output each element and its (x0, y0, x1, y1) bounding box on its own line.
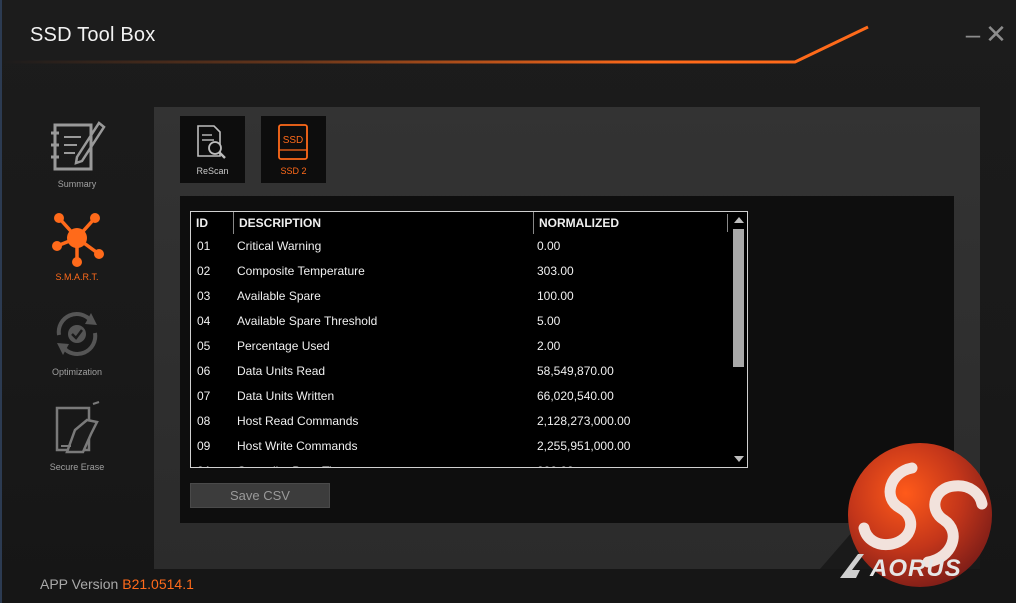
cell-description: Host Write Commands (237, 439, 358, 453)
nav-optimization[interactable]: Optimization (22, 305, 132, 377)
ssd-icon-text: SSD (283, 135, 304, 146)
cell-id: 09 (197, 439, 211, 453)
cell-normalized: 100.00 (537, 289, 574, 303)
ssd-drive-icon: SSD (278, 124, 308, 160)
table-row[interactable]: 09 Host Write Commands 2,255,951,000.00 (191, 434, 731, 459)
table-row[interactable]: 05 Percentage Used 2.00 (191, 334, 731, 359)
table-row[interactable]: 07 Data Units Written 66,020,540.00 (191, 384, 731, 409)
cell-id: 08 (197, 414, 211, 428)
table-body: 01 Critical Warning 0.00 02 Composite Tempe… (191, 234, 731, 467)
cell-id: 04 (197, 314, 211, 328)
aorus-logo: AORUS (840, 554, 962, 582)
rescan-button[interactable]: ReScan (180, 116, 245, 183)
cell-id: 05 (197, 339, 211, 353)
cell-description: Critical Warning (237, 239, 322, 253)
cell-description: Composite Temperature (237, 264, 365, 278)
scroll-thumb[interactable] (733, 229, 744, 367)
smart-icon (52, 213, 104, 267)
cell-description: Host Read Commands (237, 414, 359, 428)
table-row[interactable]: 02 Composite Temperature 303.00 (191, 259, 731, 284)
cell-normalized: 2,255,951,000.00 (537, 439, 631, 453)
table-row[interactable]: 04 Available Spare Threshold 5.00 (191, 309, 731, 334)
nav-summary-label: Summary (57, 179, 97, 189)
header-end-divider (727, 214, 728, 232)
cell-normalized: 303.00 (537, 264, 574, 278)
save-csv-button[interactable]: Save CSV (190, 483, 330, 508)
scroll-down-arrow-icon[interactable] (734, 456, 744, 462)
cell-id: 0A (197, 459, 212, 467)
cell-id: 02 (197, 264, 211, 278)
table-row[interactable]: 01 Critical Warning 0.00 (191, 234, 731, 259)
version-label: APP Version (40, 576, 119, 592)
nav-secure-erase[interactable]: Secure Erase (22, 400, 132, 472)
cell-id: 01 (197, 239, 211, 253)
cell-id: 07 (197, 389, 211, 403)
drive-label: SSD 2 (280, 166, 307, 176)
cell-description: Percentage Used (237, 339, 330, 353)
window-border (0, 0, 2, 603)
table-scrollbar[interactable] (731, 212, 747, 467)
smart-table[interactable]: ID DESCRIPTION NORMALIZED 01 Critical War… (190, 211, 748, 468)
minimize-icon[interactable]: – (962, 21, 984, 47)
cell-normalized: 58,549,870.00 (537, 364, 614, 378)
table-row[interactable]: 03 Available Spare 100.00 (191, 284, 731, 309)
app-title: SSD Tool Box (30, 24, 156, 46)
nav-smart-label: S.M.A.R.T. (55, 272, 99, 282)
drive-ssd2-button[interactable]: SSD SSD 2 (261, 116, 326, 183)
secure-erase-icon (55, 401, 100, 454)
cell-description: Data Units Written (237, 389, 335, 403)
nav-secure-erase-label: Secure Erase (49, 462, 105, 472)
cell-id: 06 (197, 364, 211, 378)
rescan-label: ReScan (196, 166, 229, 176)
cell-normalized: 0.00 (537, 239, 561, 253)
aorus-logo-text: AORUS (869, 555, 962, 582)
table-row[interactable]: 08 Host Read Commands 2,128,273,000.00 (191, 409, 731, 434)
nav-optimization-label: Optimization (51, 367, 103, 377)
close-icon[interactable]: ✕ (985, 21, 1007, 47)
table-row[interactable]: 06 Data Units Read 58,549,870.00 (191, 359, 731, 384)
cell-normalized: 000.00 (537, 459, 574, 467)
table-header: ID DESCRIPTION NORMALIZED (191, 212, 731, 234)
rescan-icon (197, 125, 226, 159)
cell-normalized: 66,020,540.00 (537, 389, 614, 403)
nav-summary[interactable]: Summary (22, 117, 132, 189)
cell-description: Available Spare (237, 289, 321, 303)
cell-normalized: 2,128,273,000.00 (537, 414, 631, 428)
table-row[interactable]: 0A Controller Busy Time 000.00 (191, 459, 731, 467)
cell-description: Controller Busy Time (237, 459, 348, 467)
summary-icon (51, 121, 106, 171)
app-version: APP Version B21.0514.1 (40, 576, 194, 592)
cell-description: Data Units Read (237, 364, 326, 378)
app-window: SSD Tool Box – ✕ Summary S.M.A.R.T. Opti… (0, 0, 1016, 603)
optimization-icon (56, 312, 98, 356)
cell-normalized: 2.00 (537, 339, 561, 353)
cell-description: Available Spare Threshold (237, 314, 378, 328)
cell-normalized: 5.00 (537, 314, 561, 328)
col-id-header[interactable]: ID (191, 212, 233, 234)
col-normalized-header[interactable]: NORMALIZED (533, 212, 727, 234)
col-description-header[interactable]: DESCRIPTION (233, 212, 533, 234)
scroll-up-arrow-icon[interactable] (734, 217, 744, 223)
nav-smart[interactable]: S.M.A.R.T. (22, 210, 132, 282)
version-number: B21.0514.1 (122, 576, 194, 592)
cell-id: 03 (197, 289, 211, 303)
